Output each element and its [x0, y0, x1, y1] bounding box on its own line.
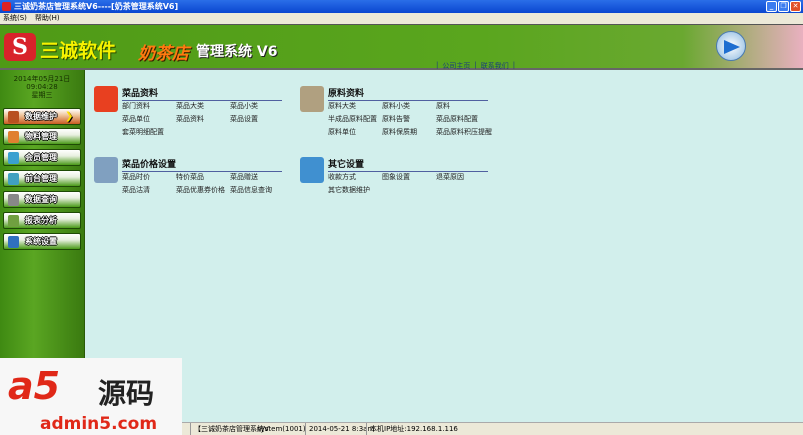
- section-title: 原料资料: [328, 86, 488, 101]
- sidebar-item-label: 会员管理: [25, 153, 57, 162]
- section-title: 其它设置: [328, 157, 488, 172]
- section-link[interactable]: 特价菜品: [176, 172, 230, 182]
- section-link[interactable]: 部门资料: [122, 101, 176, 111]
- section-link[interactable]: 半成品原料配置: [328, 114, 382, 124]
- section-link[interactable]: 菜品优惠券价格: [176, 185, 230, 195]
- watermark-logo: a5: [8, 364, 61, 408]
- sidebar-item-icon: [8, 110, 19, 123]
- sidebar-item-label: 数据维护: [25, 112, 57, 121]
- section-link[interactable]: 套菜明细配置: [122, 127, 176, 137]
- menu-help[interactable]: 帮助(H): [35, 13, 60, 24]
- sidebar-item-icon: [8, 172, 19, 185]
- restore-button[interactable]: ❐: [778, 1, 789, 12]
- sidebar-item-label: 前台管理: [25, 174, 57, 183]
- system-name: 管理系统 V6: [196, 44, 278, 60]
- sidebar-item-icon: [8, 130, 19, 143]
- section-title: 菜品资料: [122, 86, 282, 101]
- sidebar-item-icon: [8, 214, 19, 227]
- sidebar-item-label: 系统设置: [25, 237, 57, 246]
- section-link[interactable]: 图象设置: [382, 172, 436, 182]
- sidebar-item-label: 数据查询: [25, 195, 57, 204]
- header-banner: S 三诚软件 奶茶店 管理系统 V6 | 公司主页 | 联系我们 |: [0, 24, 803, 70]
- brand-name: 三诚软件: [40, 40, 117, 62]
- menu-bar: 系统(S) 帮助(H): [0, 13, 803, 24]
- books-icon: [94, 86, 118, 112]
- sidebar: 2014年05月21日 09:04:28 星期三 数据维护 ❯ 物料管理会员管理前台…: [0, 70, 85, 360]
- sidebar-item-0[interactable]: 数据维护 ❯: [3, 108, 81, 125]
- section-link[interactable]: 退菜原因: [436, 172, 506, 182]
- product-name: 奶茶店: [138, 44, 189, 64]
- sidebar-item-1[interactable]: 物料管理: [3, 128, 81, 145]
- section-title: 菜品价格设置: [122, 157, 282, 172]
- watermark-domain: admin5.com: [40, 414, 158, 434]
- minimize-button[interactable]: _: [766, 1, 777, 12]
- section-link[interactable]: 菜品资料: [176, 114, 230, 124]
- chevron-right-icon: ❯: [65, 111, 74, 122]
- time-label: 09:04:28: [26, 83, 58, 91]
- sidebar-item-icon: [8, 193, 19, 206]
- section-link[interactable]: 其它数据维护: [328, 185, 382, 195]
- section-link[interactable]: 菜品信息查询: [230, 185, 300, 195]
- bird-logo-icon: [716, 31, 746, 61]
- close-button[interactable]: ✕: [790, 1, 801, 12]
- section-link[interactable]: 菜品赠送: [230, 172, 300, 182]
- section-link[interactable]: 菜品时价: [122, 172, 176, 182]
- section-link[interactable]: 菜品设置: [230, 114, 300, 124]
- sidebar-item-icon: [8, 151, 19, 164]
- sidebar-item-3[interactable]: 前台管理: [3, 170, 81, 187]
- section-link[interactable]: 原料告警: [382, 114, 436, 124]
- sidebar-item-label: 报表分析: [25, 216, 57, 225]
- sidebar-item-6[interactable]: 系统设置: [3, 233, 81, 250]
- section-link[interactable]: 原料保质期: [382, 127, 436, 137]
- section-link[interactable]: 原料大类: [328, 101, 382, 111]
- weekday-label: 星期三: [31, 91, 53, 99]
- section-link[interactable]: 原料单位: [328, 127, 382, 137]
- folder-icon: [300, 86, 324, 112]
- app-icon: [2, 2, 11, 11]
- section-link[interactable]: 菜品小类: [230, 101, 300, 111]
- section-link[interactable]: 菜品沽清: [122, 185, 176, 195]
- watermark: a5 源码 admin5.com: [0, 358, 182, 435]
- section-link[interactable]: 收款方式: [328, 172, 382, 182]
- sidebar-item-5[interactable]: 报表分析: [3, 212, 81, 229]
- section-link[interactable]: 原料: [436, 101, 506, 111]
- status-user: system(1001): [257, 425, 306, 433]
- sidebar-item-icon: [8, 235, 19, 248]
- title-bar: 三诚奶茶店管理系统V6----[奶茶管理系统V6] _ ❐ ✕: [0, 0, 803, 13]
- section-link[interactable]: 菜品大类: [176, 101, 230, 111]
- status-datetime: 2014-05-21 8:3am: [305, 423, 374, 435]
- sidebar-item-2[interactable]: 会员管理: [3, 149, 81, 166]
- section-link[interactable]: 菜品原料积压提醒: [436, 127, 506, 137]
- section-link[interactable]: 原料小类: [382, 101, 436, 111]
- sidebar-item-4[interactable]: 数据查询: [3, 191, 81, 208]
- chart-icon: [94, 157, 118, 183]
- computer-icon: [300, 157, 324, 183]
- watermark-text: 源码: [98, 377, 155, 410]
- date-label: 2014年05月21日: [13, 75, 71, 83]
- status-ip: 本机IP地址:192.168.1.116: [366, 423, 458, 435]
- section-link[interactable]: 菜品原料配置: [436, 114, 506, 124]
- main-content: 菜品资料 部门资料 菜品大类 菜品小类 菜品单位 菜品资料 菜品设置 套菜明细配置 原料资料 原料…: [86, 70, 803, 422]
- sidebar-item-label: 物料管理: [25, 132, 57, 141]
- section-link[interactable]: 菜品单位: [122, 114, 176, 124]
- menu-system[interactable]: 系统(S): [3, 13, 27, 24]
- logo-icon: S: [4, 33, 36, 61]
- window-title: 三诚奶茶店管理系统V6----[奶茶管理系统V6]: [14, 2, 179, 11]
